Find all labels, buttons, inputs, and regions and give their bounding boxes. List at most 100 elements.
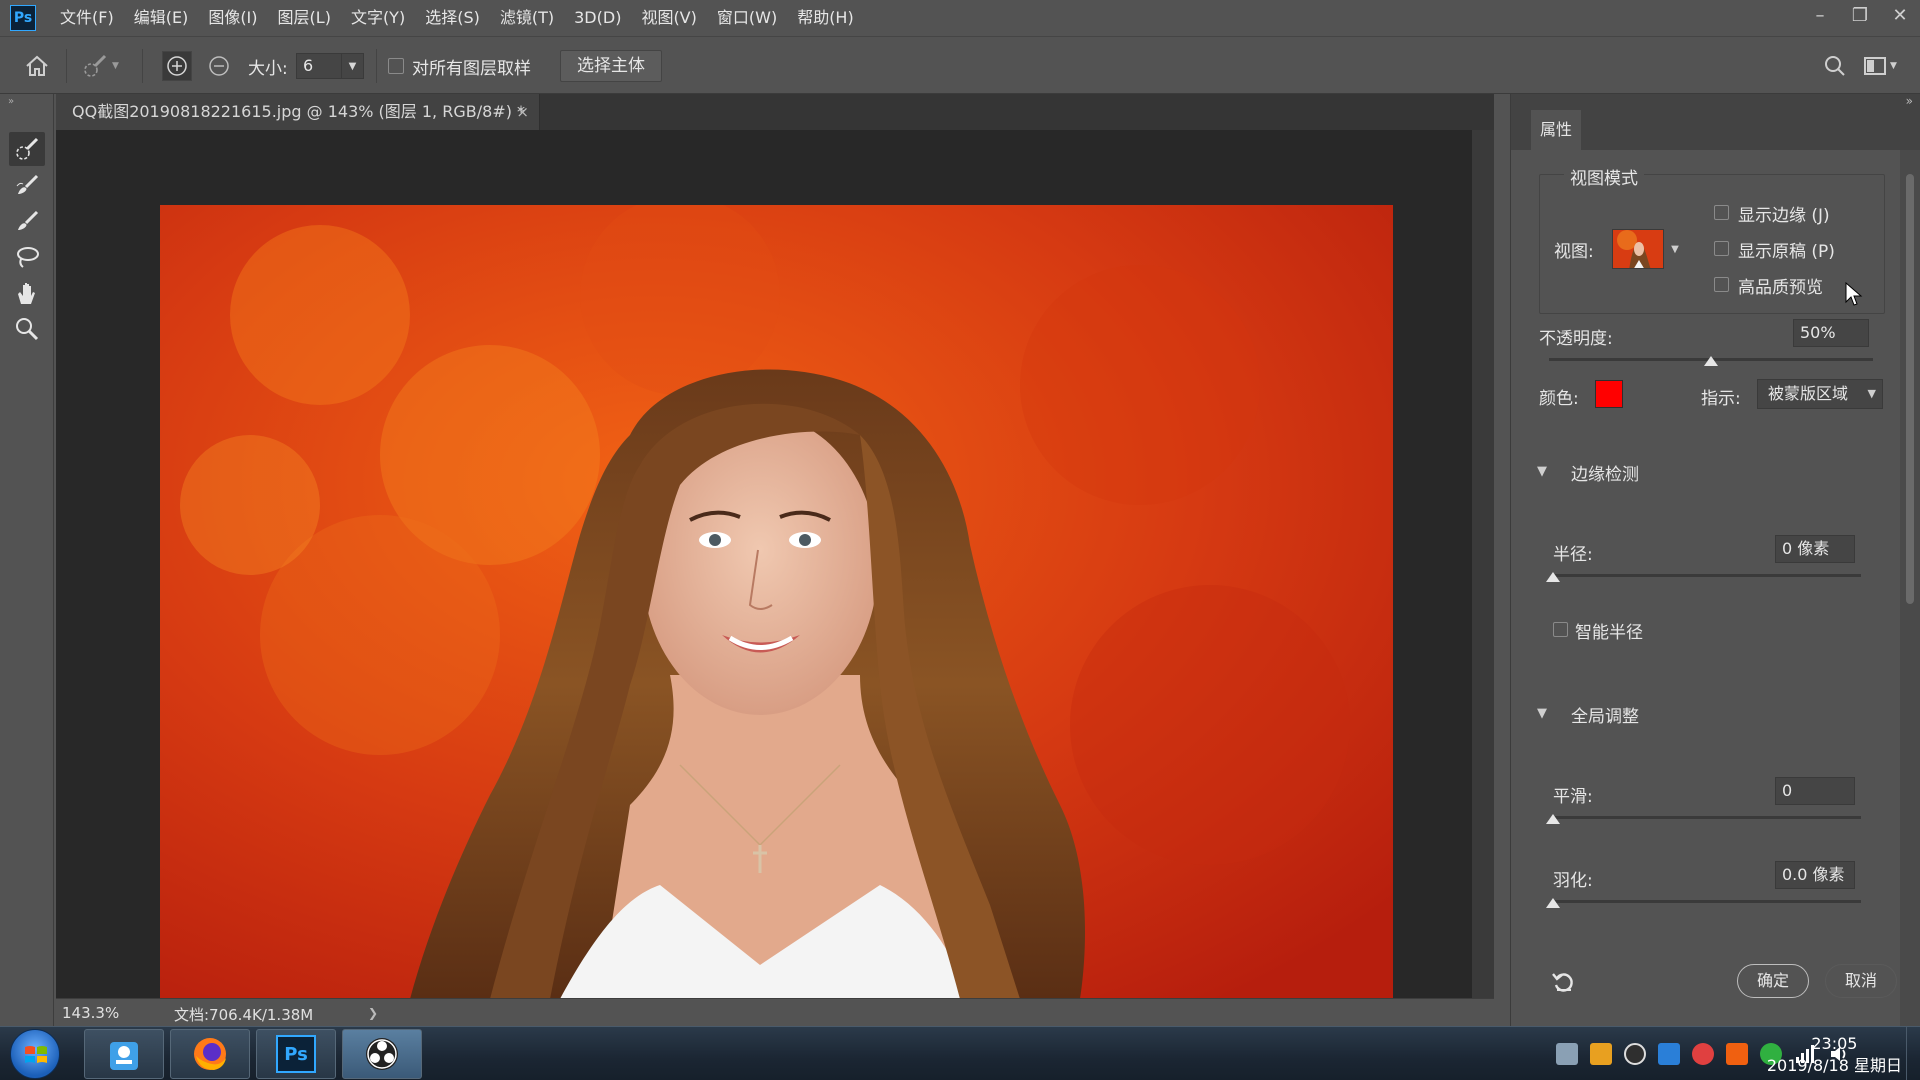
feather-slider-thumb[interactable] xyxy=(1546,898,1560,908)
global-refine-title[interactable]: 全局调整 xyxy=(1571,702,1639,727)
brush-tool[interactable] xyxy=(9,204,45,238)
reset-icon[interactable] xyxy=(1551,970,1575,994)
status-menu-arrow-icon[interactable]: ❯ xyxy=(368,1006,378,1020)
color-label: 颜色: xyxy=(1539,389,1579,409)
add-to-selection-button[interactable] xyxy=(162,37,192,95)
tab-bar-empty xyxy=(540,94,1494,130)
document-area: QQ截图20190818221615.jpg @ 143% (图层 1, RGB… xyxy=(56,94,1494,1000)
feather-input[interactable]: 0.0 像素 xyxy=(1775,861,1855,889)
portrait-photo-image xyxy=(160,205,1393,999)
menu-3d[interactable]: 3D(D) xyxy=(564,0,631,36)
obs-tray-icon[interactable] xyxy=(1624,1043,1646,1065)
minimize-button[interactable]: – xyxy=(1800,0,1840,30)
home-button[interactable] xyxy=(22,37,52,95)
indicate-select[interactable]: 被蒙版区域 ▼ xyxy=(1757,379,1883,409)
properties-panel: 属性 » 视图模式 视图: ▼ 显示边缘 (J) 显示原稿 (P) 高品质预览 … xyxy=(1510,94,1920,1026)
sample-all-layers-label: 对所有图层取样 xyxy=(412,58,531,79)
smooth-slider-thumb[interactable] xyxy=(1546,814,1560,824)
options-bar: ▼ 大小: 6 ▼ 对所有图层取样 选择主体 ▼ xyxy=(0,36,1920,94)
tab-properties[interactable]: 属性 xyxy=(1531,110,1581,150)
workspace-icon xyxy=(1860,51,1890,81)
restore-button[interactable]: ❐ xyxy=(1840,0,1880,30)
hand-tool[interactable] xyxy=(9,276,45,310)
zoom-level[interactable]: 143.3% xyxy=(62,1004,119,1022)
menu-edit[interactable]: 编辑(E) xyxy=(124,0,199,36)
keyboard-icon[interactable] xyxy=(1556,1043,1578,1065)
opacity-label: 不透明度: xyxy=(1539,329,1613,349)
toolbar-collapse-icon[interactable]: » xyxy=(8,96,14,107)
high-quality-preview-label: 高品质预览 xyxy=(1738,278,1823,298)
radius-slider-track[interactable] xyxy=(1553,574,1861,577)
taskbar-app-photoshop[interactable]: Ps xyxy=(256,1029,336,1079)
size-dropdown-button[interactable]: ▼ xyxy=(342,53,364,79)
menu-image[interactable]: 图像(I) xyxy=(198,0,267,36)
show-original-checkbox[interactable] xyxy=(1714,241,1729,256)
taskbar-clock[interactable]: 23:05 2019/8/18 星期日 xyxy=(1767,1033,1902,1077)
menu-layer[interactable]: 图层(L) xyxy=(268,0,341,36)
app-tray-icon[interactable] xyxy=(1726,1043,1748,1065)
size-label: 大小: xyxy=(248,58,288,79)
workspace-switcher[interactable]: ▼ xyxy=(1860,37,1897,95)
canvas[interactable] xyxy=(56,130,1494,1000)
feather-slider-track[interactable] xyxy=(1553,900,1861,903)
cancel-button[interactable]: 取消 xyxy=(1825,964,1897,998)
zoom-tool[interactable] xyxy=(9,312,45,346)
home-icon xyxy=(22,51,52,81)
edge-detection-chevron-icon[interactable]: ▼ xyxy=(1537,464,1547,479)
search-button[interactable] xyxy=(1820,37,1850,95)
overlay-color-swatch[interactable] xyxy=(1595,380,1623,408)
lasso-tool[interactable] xyxy=(9,240,45,274)
sample-all-layers-checkbox[interactable] xyxy=(388,58,404,74)
document-tab[interactable]: QQ截图20190818221615.jpg @ 143% (图层 1, RGB… xyxy=(56,94,540,130)
menu-file[interactable]: 文件(F) xyxy=(50,0,124,36)
refine-edge-brush-tool[interactable] xyxy=(9,168,45,202)
panel-collapse-icon[interactable]: » xyxy=(1906,94,1913,108)
close-window-button[interactable]: ✕ xyxy=(1880,0,1920,30)
ok-button[interactable]: 确定 xyxy=(1737,964,1809,998)
global-refine-chevron-icon[interactable]: ▼ xyxy=(1537,706,1547,721)
smooth-input[interactable]: 0 xyxy=(1775,777,1855,805)
subtract-from-selection-button[interactable] xyxy=(204,37,234,95)
select-subject-button[interactable]: 选择主体 xyxy=(560,50,662,82)
radius-slider-thumb[interactable] xyxy=(1546,572,1560,582)
menu-help[interactable]: 帮助(H) xyxy=(787,0,864,36)
chevron-down-icon: ▼ xyxy=(112,61,119,71)
opacity-slider-thumb[interactable] xyxy=(1704,356,1718,366)
view-thumbnail[interactable] xyxy=(1612,229,1664,269)
chevron-down-icon: ▼ xyxy=(1867,387,1876,400)
show-edge-checkbox[interactable] xyxy=(1714,205,1729,220)
menu-view[interactable]: 视图(V) xyxy=(631,0,706,36)
taskbar-app-obs[interactable] xyxy=(342,1029,422,1079)
tool-preset-picker[interactable]: ▼ xyxy=(80,37,119,95)
show-original-label: 显示原稿 (P) xyxy=(1738,242,1835,262)
subtract-brush-icon xyxy=(204,51,234,81)
edge-detection-title[interactable]: 边缘检测 xyxy=(1571,460,1639,485)
close-tab-icon[interactable]: × xyxy=(516,94,529,130)
radius-input[interactable]: 0 像素 xyxy=(1775,535,1855,563)
taskbar-app-file-manager[interactable] xyxy=(84,1029,164,1079)
sample-all-layers-option[interactable]: 对所有图层取样 xyxy=(388,37,531,95)
menu-window[interactable]: 窗口(W) xyxy=(707,0,787,36)
add-brush-icon xyxy=(162,51,192,81)
menu-type[interactable]: 文字(Y) xyxy=(341,0,415,36)
qq-icon[interactable] xyxy=(1692,1043,1714,1065)
smart-radius-checkbox[interactable] xyxy=(1553,622,1568,637)
view-dropdown-button[interactable]: ▼ xyxy=(1668,221,1682,277)
panel-scrollbar-thumb[interactable] xyxy=(1906,174,1914,604)
show-desktop-button[interactable] xyxy=(1906,1027,1920,1080)
document-image[interactable] xyxy=(160,205,1393,999)
panel-scrollbar[interactable] xyxy=(1900,150,1920,1026)
menu-filter[interactable]: 滤镜(T) xyxy=(490,0,564,36)
menu-select[interactable]: 选择(S) xyxy=(415,0,490,36)
canvas-vertical-scrollbar[interactable] xyxy=(1472,130,1494,1000)
high-quality-preview-checkbox[interactable] xyxy=(1714,277,1729,292)
opacity-input[interactable]: 50% xyxy=(1793,319,1869,347)
shield-icon[interactable] xyxy=(1590,1043,1612,1065)
start-button[interactable] xyxy=(10,1029,60,1079)
check-icon[interactable] xyxy=(1658,1043,1680,1065)
window-controls: – ❐ ✕ xyxy=(1800,0,1920,30)
brush-size-input[interactable]: 6 xyxy=(296,53,342,79)
smooth-slider-track[interactable] xyxy=(1553,816,1861,819)
quick-selection-tool[interactable] xyxy=(9,132,45,166)
taskbar-app-firefox[interactable] xyxy=(170,1029,250,1079)
